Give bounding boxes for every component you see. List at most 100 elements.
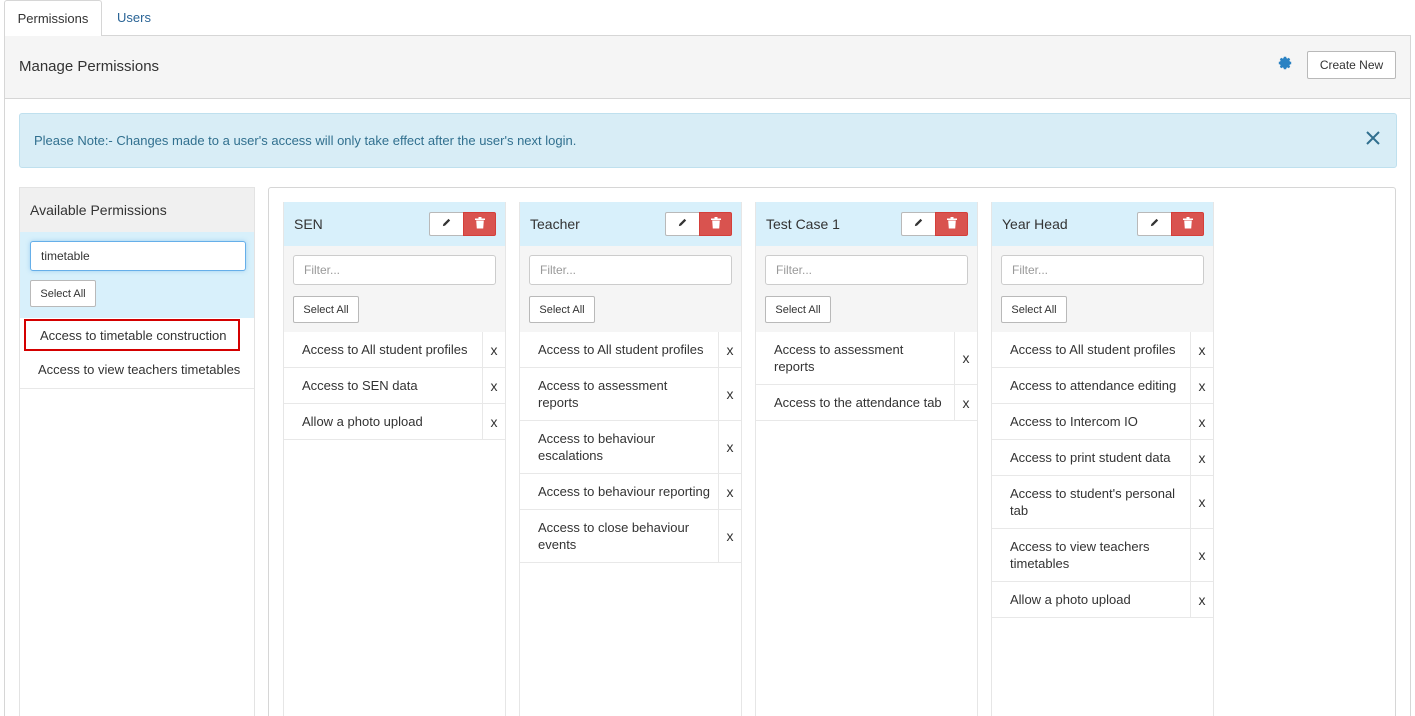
role-permission-label: Access to SEN data [302, 378, 418, 393]
edit-role-button[interactable] [429, 212, 464, 236]
roles-container: SEN Select All Access to All student profi… [268, 187, 1396, 716]
trash-icon [946, 216, 957, 232]
role-filter-input[interactable] [529, 255, 732, 285]
pencil-icon [913, 217, 924, 231]
trash-icon [474, 216, 485, 232]
role-permission-label: Access to assessment reports [774, 342, 904, 374]
remove-permission-button[interactable]: x [718, 421, 741, 473]
panel-header: Manage Permissions Create New [5, 36, 1410, 99]
remove-permission-button[interactable]: x [718, 474, 741, 509]
remove-permission-button[interactable]: x [1190, 440, 1213, 475]
role-column: Year Head Select All Access to All student… [991, 202, 1214, 716]
role-permission-label: Allow a photo upload [1010, 592, 1131, 607]
alert-text: Please Note:- Changes made to a user's a… [34, 133, 577, 148]
delete-role-button[interactable] [463, 212, 496, 236]
role-tools: Select All [992, 246, 1213, 332]
remove-permission-button[interactable]: x [482, 332, 505, 367]
role-column: Test Case 1 Select All Access to assessmen… [755, 202, 978, 716]
remove-permission-button[interactable]: x [718, 510, 741, 562]
role-tools: Select All [756, 246, 977, 332]
role-header: SEN [284, 202, 505, 246]
available-item-view-teachers-timetables[interactable]: Access to view teachers timetables [20, 353, 254, 389]
pencil-icon [441, 217, 452, 231]
role-permission-row: Access to All student profiles x [520, 332, 741, 368]
role-filter-input[interactable] [765, 255, 968, 285]
role-permission-row: Access to All student profiles x [284, 332, 505, 368]
remove-permission-button[interactable]: x [718, 332, 741, 367]
role-permission-row: Access to print student data x [992, 440, 1213, 476]
remove-permission-button[interactable]: x [1190, 368, 1213, 403]
role-permission-row: Access to behaviour escalations x [520, 421, 741, 474]
delete-role-button[interactable] [699, 212, 732, 236]
role-permission-row: Access to attendance editing x [992, 368, 1213, 404]
role-permission-row: Access to assessment reports x [520, 368, 741, 421]
role-permission-label: Access to All student profiles [538, 342, 704, 357]
role-filter-input[interactable] [1001, 255, 1204, 285]
page-title: Manage Permissions [19, 58, 160, 75]
delete-role-button[interactable] [935, 212, 968, 236]
tab-bar: Permissions Users [4, 0, 1411, 37]
role-header: Year Head [992, 202, 1213, 246]
gear-icon[interactable] [1276, 55, 1294, 73]
remove-permission-button[interactable]: x [482, 368, 505, 403]
role-tools: Select All [520, 246, 741, 332]
role-permission-row: Access to assessment reports x [756, 332, 977, 385]
create-new-button[interactable]: Create New [1307, 51, 1396, 79]
role-permission-row: Access to the attendance tab x [756, 385, 977, 421]
role-permission-label: Access to assessment reports [538, 378, 668, 410]
pencil-icon [677, 217, 688, 231]
remove-permission-button[interactable]: x [954, 385, 977, 420]
role-permission-label: Access to view teachers timetables [1010, 539, 1150, 571]
role-permission-row: Access to All student profiles x [992, 332, 1213, 368]
role-permission-label: Access to the attendance tab [774, 395, 942, 410]
edit-role-button[interactable] [665, 212, 700, 236]
remove-permission-button[interactable]: x [718, 368, 741, 420]
available-select-all-button[interactable]: Select All [30, 280, 96, 307]
role-permission-label: Access to Intercom IO [1010, 414, 1138, 429]
edit-role-button[interactable] [901, 212, 936, 236]
role-select-all-button[interactable]: Select All [529, 296, 595, 323]
role-select-all-button[interactable]: Select All [1001, 296, 1067, 323]
role-permission-label: Access to attendance editing [1010, 378, 1177, 393]
remove-permission-button[interactable]: x [1190, 404, 1213, 439]
role-tools: Select All [284, 246, 505, 332]
role-permission-row: Access to close behaviour events x [520, 510, 741, 563]
available-item-timetable-construction[interactable]: Access to timetable construction [24, 319, 240, 351]
role-permission-list: Access to All student profiles x Access to… [520, 332, 741, 563]
role-permission-row: Allow a photo upload x [992, 582, 1213, 618]
remove-permission-button[interactable]: x [482, 404, 505, 439]
trash-icon [710, 216, 721, 232]
close-icon[interactable] [1362, 128, 1384, 150]
tab-permissions[interactable]: Permissions [4, 0, 102, 37]
role-title: SEN [294, 216, 323, 232]
role-select-all-button[interactable]: Select All [765, 296, 831, 323]
remove-permission-button[interactable]: x [1190, 582, 1213, 617]
role-permission-row: Access to SEN data x [284, 368, 505, 404]
permission-search-input[interactable] [30, 241, 246, 271]
role-permission-label: Allow a photo upload [302, 414, 423, 429]
remove-permission-button[interactable]: x [1190, 332, 1213, 367]
edit-role-button[interactable] [1137, 212, 1172, 236]
role-permission-list: Access to All student profiles x Access to… [284, 332, 505, 440]
role-permission-label: Access to behaviour reporting [538, 484, 710, 499]
role-header: Teacher [520, 202, 741, 246]
pencil-icon [1149, 217, 1160, 231]
role-permission-list: Access to All student profiles x Access to… [992, 332, 1213, 618]
role-permission-label: Access to All student profiles [302, 342, 468, 357]
available-permissions-title: Available Permissions [30, 202, 167, 218]
role-permission-row: Access to view teachers timetables x [992, 529, 1213, 582]
delete-role-button[interactable] [1171, 212, 1204, 236]
role-title: Year Head [1002, 216, 1068, 232]
available-permissions-column: Available Permissions Select All Access … [19, 187, 255, 716]
remove-permission-button[interactable]: x [1190, 476, 1213, 528]
role-select-all-button[interactable]: Select All [293, 296, 359, 323]
remove-permission-button[interactable]: x [1190, 529, 1213, 581]
role-column: Teacher Select All Access to All student p… [519, 202, 742, 716]
role-permission-label: Access to print student data [1010, 450, 1171, 465]
role-permission-label: Access to behaviour escalations [538, 431, 656, 463]
tab-users[interactable]: Users [102, 0, 166, 36]
login-notice-alert: Please Note:- Changes made to a user's a… [19, 113, 1397, 168]
role-permission-label: Access to close behaviour events [538, 520, 690, 552]
remove-permission-button[interactable]: x [954, 332, 977, 384]
role-filter-input[interactable] [293, 255, 496, 285]
